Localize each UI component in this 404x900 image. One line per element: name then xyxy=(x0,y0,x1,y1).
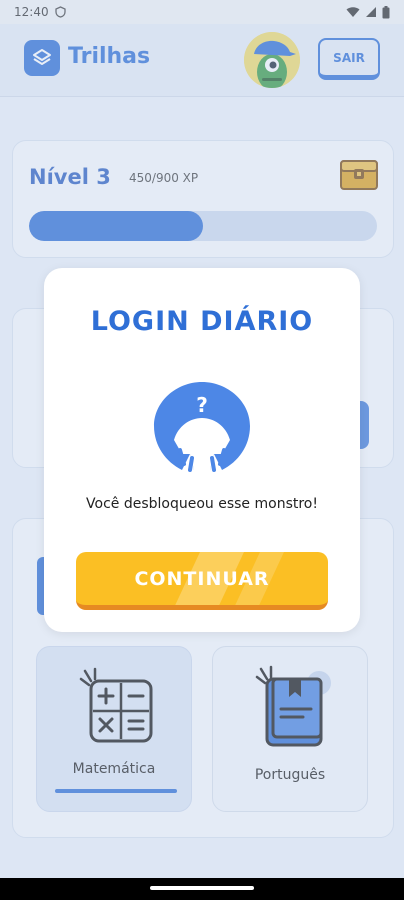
modal-message: Você desbloqueou esse monstro! xyxy=(86,496,318,512)
continue-button[interactable]: CONTINUAR xyxy=(76,552,328,610)
app-screen: 12:40 Trilhas SAIR Nível 3 450/900 XP Ma… xyxy=(0,0,404,878)
svg-text:?: ? xyxy=(196,393,208,417)
continue-button-label: CONTINUAR xyxy=(134,567,270,590)
locked-monster-icon: ? xyxy=(154,382,250,472)
daily-login-modal: LOGIN DIÁRIO ? Você desbloqueou esse mon… xyxy=(44,268,360,632)
modal-title: LOGIN DIÁRIO xyxy=(90,306,314,337)
home-gesture-handle[interactable] xyxy=(150,886,254,890)
